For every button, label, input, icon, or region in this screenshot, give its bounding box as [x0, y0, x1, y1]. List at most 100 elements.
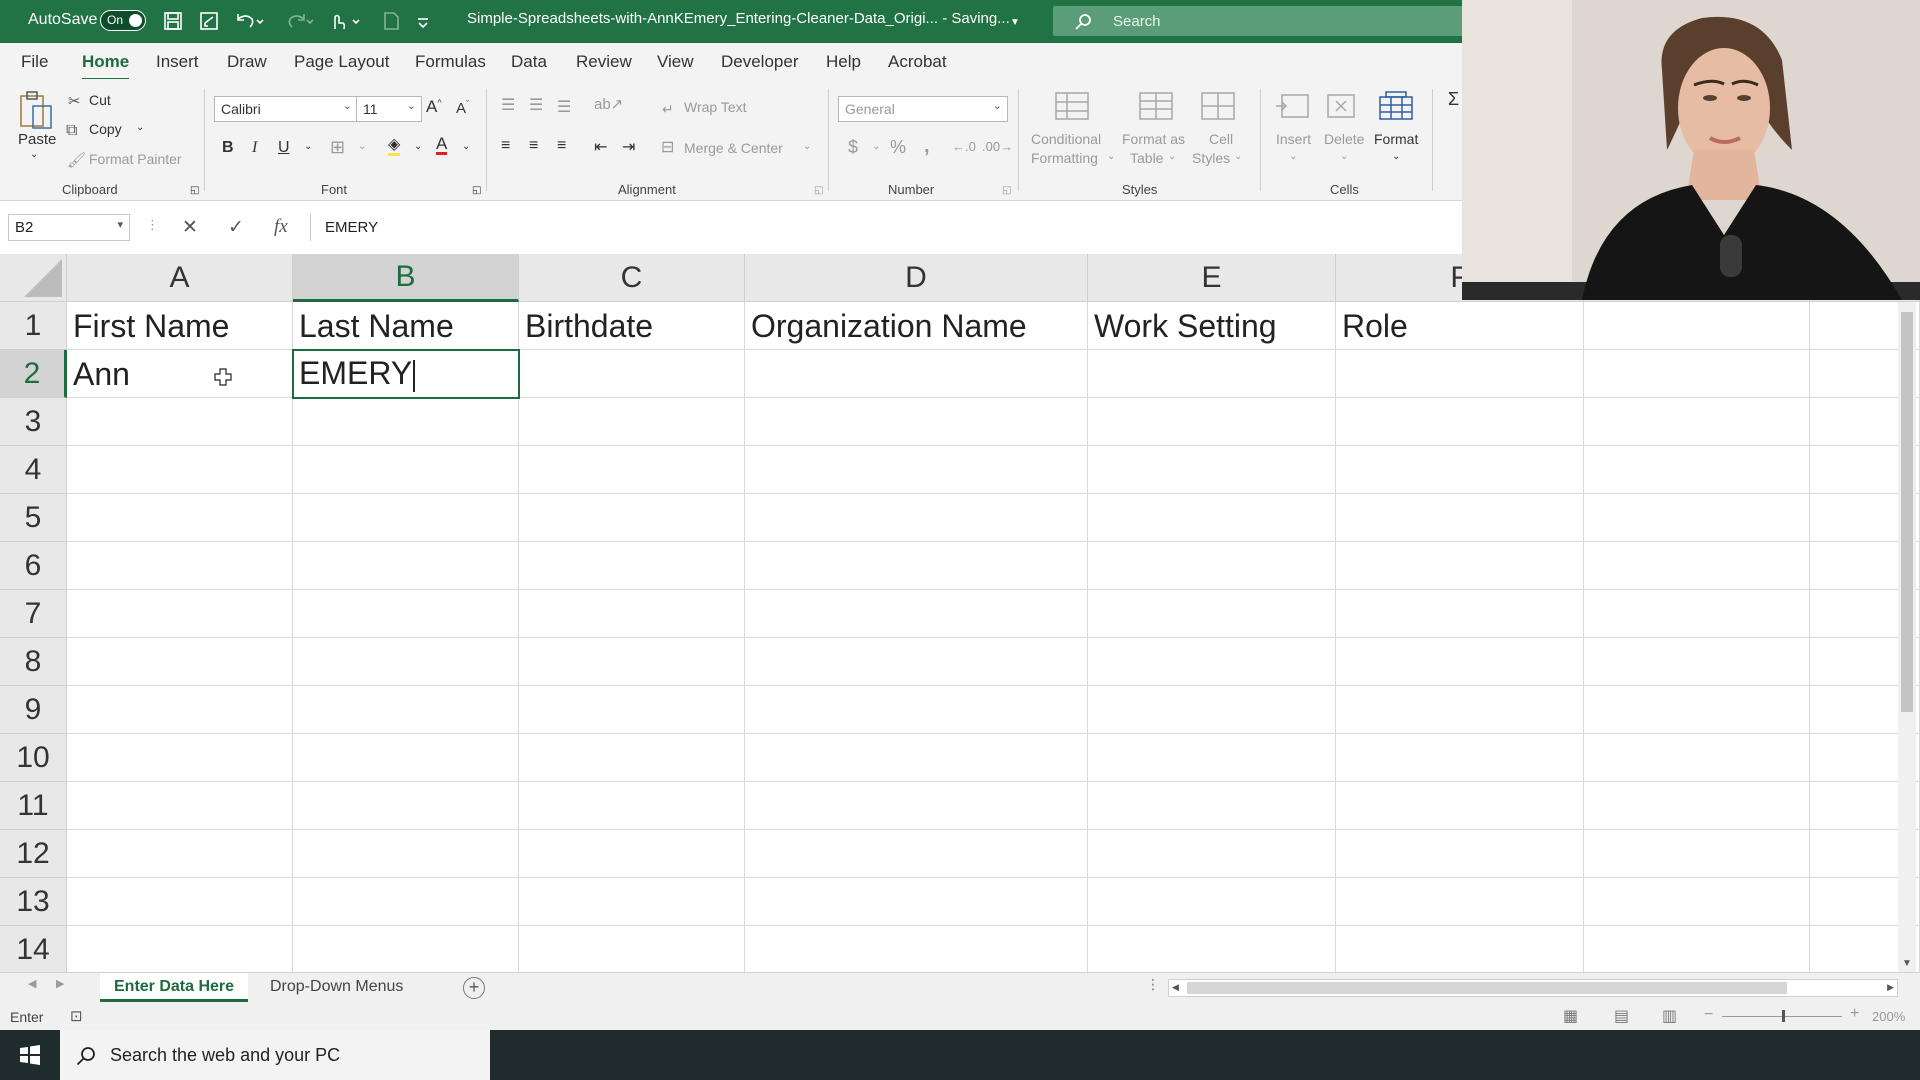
- grid-cell[interactable]: [1336, 398, 1584, 446]
- customize-qat-icon[interactable]: [414, 8, 432, 34]
- grid-cell[interactable]: [293, 830, 519, 878]
- row-header-13[interactable]: 13: [0, 878, 67, 926]
- grid-cell[interactable]: [519, 542, 745, 590]
- format-table-dropdown-icon[interactable]: ⌄: [1168, 151, 1176, 162]
- cell-styles-label-2[interactable]: Styles: [1192, 150, 1230, 166]
- format-painter-button[interactable]: Format Painter: [89, 151, 182, 167]
- grid-cell[interactable]: [745, 782, 1088, 830]
- cell-c1[interactable]: Birthdate: [519, 302, 745, 350]
- tab-formulas[interactable]: Formulas: [415, 52, 486, 72]
- increase-font-icon[interactable]: A^: [426, 97, 442, 117]
- redo-icon[interactable]: [282, 8, 316, 34]
- row-header-6[interactable]: 6: [0, 542, 67, 590]
- tab-page-layout[interactable]: Page Layout: [294, 52, 389, 72]
- row-header-12[interactable]: 12: [0, 830, 67, 878]
- grid-cell[interactable]: [1336, 494, 1584, 542]
- grid-cell[interactable]: [1088, 446, 1336, 494]
- grid-cell[interactable]: [293, 734, 519, 782]
- grid-cell[interactable]: [519, 926, 745, 972]
- merge-dropdown-icon[interactable]: ⌄: [803, 141, 811, 152]
- sheet-tab-enter-data[interactable]: Enter Data Here: [100, 973, 249, 1002]
- grid-cell[interactable]: [1584, 830, 1810, 878]
- touch-mode-icon[interactable]: [326, 8, 364, 34]
- page-layout-view-icon[interactable]: ▤: [1614, 1006, 1629, 1026]
- format-dropdown-icon[interactable]: ⌄: [1392, 151, 1400, 162]
- formula-input[interactable]: EMERY: [310, 214, 1462, 241]
- copy-dropdown-icon[interactable]: ⌄: [136, 122, 144, 133]
- row-header-11[interactable]: 11: [0, 782, 67, 830]
- percent-button[interactable]: %: [890, 137, 906, 158]
- search-box[interactable]: Search: [1053, 6, 1473, 36]
- grid-cell[interactable]: [1584, 302, 1810, 350]
- font-size-box[interactable]: 11 ⌄: [356, 96, 422, 122]
- row-header-4[interactable]: 4: [0, 446, 67, 494]
- cell-b2-active[interactable]: EMERY: [292, 349, 520, 399]
- grid-cell[interactable]: [745, 542, 1088, 590]
- conditional-formatting-label-2[interactable]: Formatting: [1031, 150, 1098, 166]
- bottom-align-icon[interactable]: ☰: [557, 97, 571, 117]
- decrease-indent-icon[interactable]: ⇤: [594, 137, 607, 157]
- grid-cell[interactable]: [1088, 782, 1336, 830]
- grid-cell[interactable]: [1336, 878, 1584, 926]
- horizontal-scrollbar[interactable]: ◀ ▶: [1168, 979, 1898, 997]
- grid-cell[interactable]: [1088, 494, 1336, 542]
- font-name-box[interactable]: Calibri ⌄: [214, 96, 358, 122]
- grid-cell[interactable]: [1584, 446, 1810, 494]
- format-cells-button[interactable]: Format: [1374, 131, 1418, 147]
- tab-home[interactable]: Home: [82, 52, 130, 81]
- grid-cell[interactable]: [1088, 398, 1336, 446]
- tab-data[interactable]: Data: [511, 52, 547, 72]
- italic-button[interactable]: I: [252, 139, 257, 157]
- windows-start-icon[interactable]: [20, 1045, 40, 1065]
- grid-cell[interactable]: [1088, 590, 1336, 638]
- grid-cell[interactable]: [293, 446, 519, 494]
- decrease-font-icon[interactable]: Aˇ: [456, 99, 469, 117]
- grid-cell[interactable]: [1088, 350, 1336, 398]
- row-header-14[interactable]: 14: [0, 926, 67, 972]
- sheet-tab-drop-down-menus[interactable]: Drop-Down Menus: [256, 973, 417, 1002]
- zoom-level[interactable]: 200%: [1872, 1009, 1905, 1024]
- scroll-right-icon[interactable]: ▶: [1887, 982, 1894, 993]
- borders-icon[interactable]: ⊞: [330, 137, 345, 158]
- bold-button[interactable]: B: [222, 139, 234, 157]
- grid-cell[interactable]: [745, 446, 1088, 494]
- cell-b1[interactable]: Last Name: [293, 302, 519, 350]
- column-header-d[interactable]: D: [745, 254, 1088, 302]
- grid-cell[interactable]: [745, 638, 1088, 686]
- merge-center-button[interactable]: Merge & Center: [684, 140, 783, 156]
- format-as-table-icon[interactable]: [1136, 89, 1176, 123]
- font-color-icon[interactable]: A: [436, 135, 448, 155]
- wrap-text-icon[interactable]: ↵: [662, 101, 674, 118]
- tab-acrobat[interactable]: Acrobat: [888, 52, 947, 72]
- name-box[interactable]: B2 ▾: [8, 214, 130, 241]
- grid-cell[interactable]: [293, 590, 519, 638]
- grid-cell[interactable]: [293, 782, 519, 830]
- grid-cell[interactable]: [519, 734, 745, 782]
- grid-cell[interactable]: [1088, 926, 1336, 972]
- grid-cell[interactable]: [1336, 446, 1584, 494]
- more-options-icon[interactable]: ⋮: [146, 217, 159, 233]
- grid-cell[interactable]: [1336, 350, 1584, 398]
- grid-cell[interactable]: [1088, 686, 1336, 734]
- save-as-icon[interactable]: [196, 8, 222, 34]
- clipboard-launcher-icon[interactable]: ◱: [190, 185, 199, 196]
- document-title[interactable]: Simple-Spreadsheets-with-AnnKEmery_Enter…: [467, 10, 1010, 27]
- tab-draw[interactable]: Draw: [227, 52, 267, 72]
- accessibility-icon[interactable]: ⊡: [70, 1007, 83, 1025]
- increase-decimal-icon[interactable]: ←.0: [952, 139, 976, 154]
- alignment-launcher-icon[interactable]: ◱: [814, 185, 823, 196]
- grid-cell[interactable]: [1336, 542, 1584, 590]
- grid-cell[interactable]: [745, 830, 1088, 878]
- number-format-box[interactable]: General ⌄: [838, 96, 1008, 122]
- grid-cell[interactable]: [67, 398, 293, 446]
- grid-cell[interactable]: [67, 686, 293, 734]
- grid-cell[interactable]: [1584, 878, 1810, 926]
- cell-f1[interactable]: Role: [1336, 302, 1584, 350]
- grid-cell[interactable]: [519, 350, 745, 398]
- horizontal-scroll-thumb[interactable]: [1187, 982, 1787, 994]
- cell-a1[interactable]: First Name: [67, 302, 293, 350]
- grid-cell[interactable]: [1088, 542, 1336, 590]
- grid-cell[interactable]: [519, 830, 745, 878]
- grid-cell[interactable]: [1336, 926, 1584, 972]
- grid-cell[interactable]: [519, 638, 745, 686]
